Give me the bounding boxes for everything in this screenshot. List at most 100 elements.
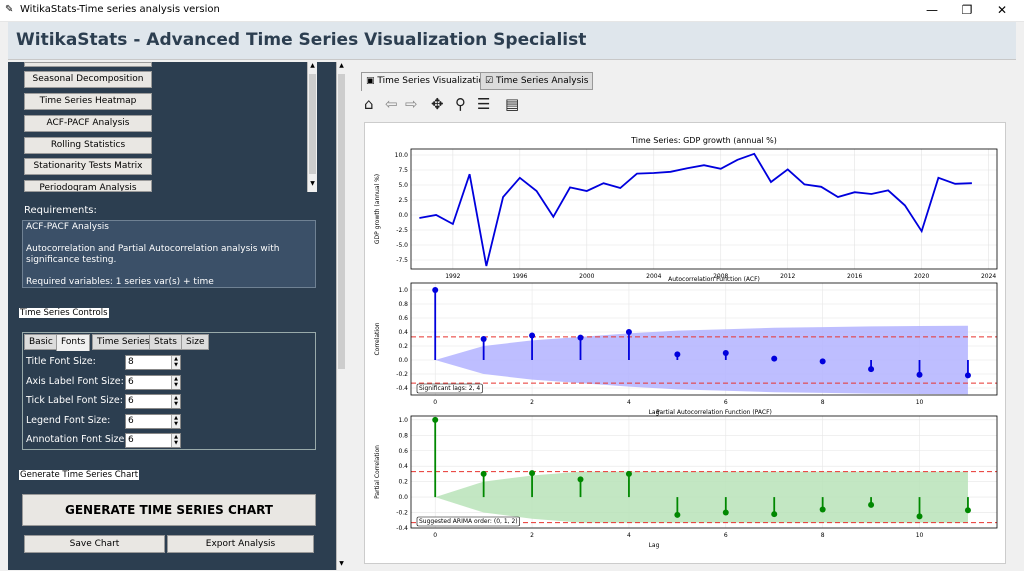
tab-label: Time Series Visualization bbox=[377, 76, 490, 86]
feather-icon: ✎ bbox=[5, 4, 14, 15]
requirements-desc: Autocorrelation and Partial Autocorrelat… bbox=[26, 244, 280, 265]
y-tick-label: 0.0 bbox=[398, 212, 408, 219]
stem-marker bbox=[529, 470, 536, 477]
y-tick-label: 0.6 bbox=[398, 315, 408, 322]
stem-marker bbox=[577, 476, 584, 483]
seasonal-decomposition-button[interactable]: Seasonal Decomposition bbox=[24, 71, 152, 88]
figure-canvas: Time Series: GDP growth (annual %) 1992 19… bbox=[364, 122, 1006, 564]
x-tick-label: 6 bbox=[724, 532, 728, 539]
tab-fonts[interactable]: Fonts bbox=[56, 334, 91, 351]
requirements-box: ACF-PACF Analysis Autocorrelation and Pa… bbox=[22, 220, 316, 288]
acf-pacf-button[interactable]: ACF-PACF Analysis bbox=[24, 115, 152, 132]
y-axis-label: GDP growth (annual %) bbox=[374, 174, 381, 244]
forward-icon[interactable]: ⇨ bbox=[405, 95, 418, 113]
rolling-statistics-button[interactable]: Rolling Statistics bbox=[24, 137, 152, 154]
x-tick-label: 2000 bbox=[579, 273, 594, 280]
export-analysis-button[interactable]: Export Analysis bbox=[167, 535, 314, 553]
axis-font-spinbox[interactable]: 6 ▲ ▼ bbox=[125, 375, 181, 390]
home-icon[interactable]: ⌂ bbox=[364, 95, 374, 113]
tab-time-series-analysis[interactable]: ☑ Time Series Analysis bbox=[480, 72, 594, 90]
x-tick-label: 2012 bbox=[780, 273, 795, 280]
stem-marker bbox=[432, 287, 439, 293]
analysis-tab-icon: ☑ bbox=[485, 76, 496, 86]
x-tick-label: 4 bbox=[627, 399, 631, 406]
spin-arrows-icon[interactable]: ▲ ▼ bbox=[171, 434, 180, 447]
main-scrollbar[interactable]: ▲ ▼ bbox=[336, 62, 346, 570]
zoom-icon[interactable]: ⚲ bbox=[455, 95, 466, 113]
x-tick-label: 10 bbox=[916, 532, 924, 539]
y-tick-label: 0.6 bbox=[398, 448, 408, 455]
confidence-band bbox=[435, 325, 968, 395]
generate-label: Generate Time Series Chart bbox=[19, 470, 140, 480]
cut-off-button[interactable] bbox=[24, 62, 152, 67]
annotation-text: Suggested ARIMA order: (0, 1, 2) bbox=[419, 518, 518, 525]
tab-label: Time Series Analysis bbox=[495, 76, 589, 86]
window-title: WitikaStats-Time series analysis version bbox=[20, 4, 220, 15]
axis-font-value[interactable]: 6 bbox=[128, 377, 134, 387]
x-tick-label: 0 bbox=[433, 399, 437, 406]
stationarity-tests-button[interactable]: Stationarity Tests Matrix bbox=[24, 158, 152, 175]
x-tick-label: 0 bbox=[433, 532, 437, 539]
scroll-up-icon[interactable]: ▲ bbox=[337, 62, 346, 70]
stem-marker bbox=[674, 351, 681, 358]
stem-marker bbox=[625, 329, 632, 335]
maximize-button[interactable]: ❐ bbox=[950, 0, 984, 22]
stem-marker bbox=[722, 350, 729, 356]
spin-arrows-icon[interactable]: ▲ ▼ bbox=[171, 356, 180, 369]
save-chart-button[interactable]: Save Chart bbox=[24, 535, 165, 553]
tab-stats[interactable]: Stats bbox=[149, 334, 182, 350]
y-axis-label: Partial Correlation bbox=[374, 445, 381, 499]
x-axis-label: Lag bbox=[649, 542, 660, 549]
scroll-thumb[interactable] bbox=[309, 74, 316, 174]
stem-marker bbox=[771, 511, 778, 518]
close-button[interactable]: ✕ bbox=[985, 0, 1019, 22]
y-tick-label: -5.0 bbox=[396, 242, 408, 249]
stem-marker bbox=[916, 513, 923, 520]
x-tick-label: 8 bbox=[821, 399, 825, 406]
y-tick-label: -0.4 bbox=[396, 385, 408, 392]
configure-icon[interactable]: ☰ bbox=[477, 95, 490, 113]
tick-font-spinbox[interactable]: 6 ▲ ▼ bbox=[125, 394, 181, 409]
stem-marker bbox=[868, 501, 875, 508]
scroll-down-icon[interactable]: ▼ bbox=[308, 180, 317, 188]
x-tick-label: 2004 bbox=[646, 273, 661, 280]
scroll-down-icon[interactable]: ▼ bbox=[337, 560, 346, 568]
time-series-heatmap-button[interactable]: Time Series Heatmap bbox=[24, 93, 152, 110]
annotation-text: Significant lags: 2, 4 bbox=[419, 385, 480, 392]
stem-marker bbox=[819, 506, 826, 513]
periodogram-button[interactable]: Periodogram Analysis bbox=[24, 180, 152, 192]
scroll-thumb[interactable] bbox=[338, 74, 345, 369]
title-font-value[interactable]: 8 bbox=[128, 357, 134, 367]
annotation-font-value[interactable]: 6 bbox=[128, 435, 134, 445]
spin-arrows-icon[interactable]: ▲ ▼ bbox=[171, 415, 180, 428]
tab-basic[interactable]: Basic bbox=[24, 334, 58, 350]
tab-time-series[interactable]: Time Series bbox=[92, 334, 155, 350]
y-axis-label: Correlation bbox=[374, 322, 381, 355]
y-tick-label: 1.0 bbox=[398, 287, 408, 294]
x-tick-label: 1992 bbox=[445, 273, 460, 280]
y-tick-label: 0.4 bbox=[398, 463, 408, 470]
minimize-button[interactable]: — bbox=[915, 0, 949, 22]
spin-arrows-icon[interactable]: ▲ ▼ bbox=[171, 395, 180, 408]
spin-arrows-icon[interactable]: ▲ ▼ bbox=[171, 376, 180, 389]
tab-size[interactable]: Size bbox=[181, 334, 210, 350]
stem-marker bbox=[529, 332, 536, 339]
generate-chart-button[interactable]: GENERATE TIME SERIES CHART bbox=[22, 494, 316, 526]
stem-marker bbox=[964, 372, 971, 379]
stem-marker bbox=[577, 334, 584, 341]
x-tick-label: 2020 bbox=[914, 273, 929, 280]
legend-font-spinbox[interactable]: 6 ▲ ▼ bbox=[125, 414, 181, 429]
annotation-font-spinbox[interactable]: 6 ▲ ▼ bbox=[125, 433, 181, 448]
chart-title: Time Series: GDP growth (annual %) bbox=[630, 136, 777, 145]
legend-font-value[interactable]: 6 bbox=[128, 416, 134, 426]
title-font-spinbox[interactable]: 8 ▲ ▼ bbox=[125, 355, 181, 370]
x-tick-label: 2 bbox=[530, 399, 534, 406]
save-icon[interactable]: ▤ bbox=[505, 95, 519, 113]
tick-font-value[interactable]: 6 bbox=[128, 396, 134, 406]
tick-font-label: Tick Label Font Size: bbox=[26, 395, 123, 406]
back-icon[interactable]: ⇦ bbox=[385, 95, 398, 113]
pan-icon[interactable]: ✥ bbox=[431, 95, 444, 113]
sidebar-scrollbar[interactable]: ▲ ▼ bbox=[307, 62, 317, 192]
scroll-up-icon[interactable]: ▲ bbox=[308, 62, 317, 70]
tab-time-series-visualization[interactable]: ▣ Time Series Visualization bbox=[361, 72, 495, 91]
